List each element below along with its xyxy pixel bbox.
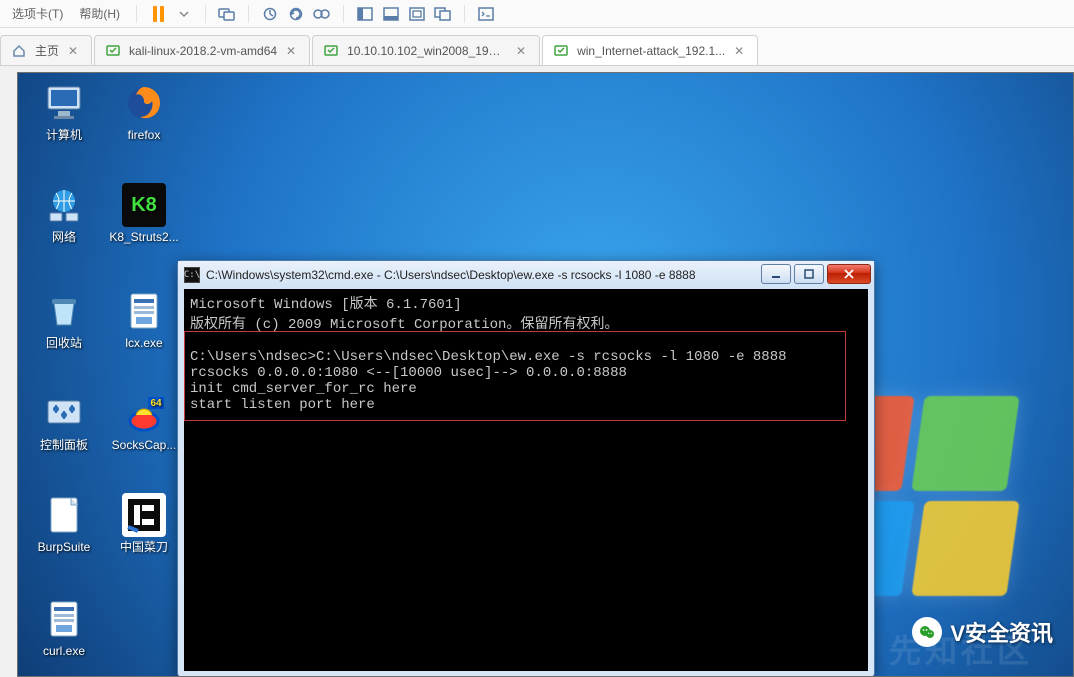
tab-kali[interactable]: kali-linux-2018.2-vm-amd64 ✕ <box>94 35 310 65</box>
k8-icon: K8 <box>122 183 166 227</box>
svg-text:64: 64 <box>150 398 162 409</box>
tab-win2008[interactable]: 10.10.10.102_win2008_192.168... ✕ <box>312 35 540 65</box>
separator <box>248 5 249 23</box>
unity-icon[interactable] <box>432 3 454 25</box>
close-icon[interactable]: ✕ <box>67 45 79 57</box>
exe-icon <box>42 597 86 641</box>
icon-label: 控制面板 <box>28 439 100 453</box>
recycle-icon <box>42 289 86 333</box>
desktop-icon-sockscap[interactable]: 64 SocksCap... <box>108 391 180 453</box>
close-button[interactable] <box>827 264 871 284</box>
desktop-icon-lcx[interactable]: lcx.exe <box>108 289 180 351</box>
firefox-icon <box>122 81 166 125</box>
cmd-icon: C:\ <box>184 267 200 283</box>
icon-label: SocksCap... <box>108 439 180 453</box>
close-icon[interactable]: ✕ <box>733 45 745 57</box>
desktop-icon-control-panel[interactable]: 控制面板 <box>28 391 100 453</box>
watermark-text: V安全资讯 <box>950 616 1053 648</box>
icon-label: 计算机 <box>28 129 100 143</box>
cmd-line: Microsoft Windows [版本 6.1.7601] <box>190 297 462 313</box>
send-cad-icon[interactable] <box>216 3 238 25</box>
cmd-window[interactable]: C:\ C:\Windows\system32\cmd.exe - C:\Use… <box>177 260 875 677</box>
tab-win-attack[interactable]: win_Internet-attack_192.1... ✕ <box>542 35 758 65</box>
caidao-icon <box>122 493 166 537</box>
maximize-button[interactable] <box>794 264 824 284</box>
icon-label: 回收站 <box>28 337 100 351</box>
network-icon <box>42 183 86 227</box>
tab-label: 10.10.10.102_win2008_192.168... <box>347 44 507 58</box>
close-icon[interactable]: ✕ <box>285 45 297 57</box>
snapshot-take-icon[interactable] <box>259 3 281 25</box>
icon-label: 中国菜刀 <box>108 541 180 555</box>
home-icon <box>11 43 27 59</box>
view-single-icon[interactable] <box>354 3 376 25</box>
snapshot-manage-icon[interactable] <box>311 3 333 25</box>
cmd-line: C:\Users\ndsec>C:\Users\ndsec\Desktop\ew… <box>190 349 787 365</box>
tab-label: kali-linux-2018.2-vm-amd64 <box>129 44 277 58</box>
cmd-line: start listen port here <box>190 397 375 413</box>
desktop-icon-firefox[interactable]: firefox <box>108 81 180 143</box>
window-buttons <box>761 266 874 284</box>
control-panel-icon <box>42 391 86 435</box>
cmd-line: rcsocks 0.0.0.0:1080 <--[10000 usec]--> … <box>190 365 627 381</box>
cmd-output[interactable]: Microsoft Windows [版本 6.1.7601] 版权所有 (c)… <box>184 289 868 671</box>
cmd-line: init cmd_server_for_rc here <box>190 381 417 397</box>
desktop-icon-network[interactable]: 网络 <box>28 183 100 245</box>
vm-icon <box>105 43 121 59</box>
desktop-icon-recycle[interactable]: 回收站 <box>28 289 100 351</box>
desktop-icon-curl[interactable]: curl.exe <box>28 597 100 659</box>
separator <box>343 5 344 23</box>
separator <box>205 5 206 23</box>
icon-label: K8_Struts2... <box>108 231 180 245</box>
cmd-titlebar[interactable]: C:\ C:\Windows\system32\cmd.exe - C:\Use… <box>178 261 874 289</box>
sockscap-icon: 64 <box>122 391 166 435</box>
vmware-toolbar: 选项卡(T) 帮助(H) <box>0 0 1074 28</box>
tab-home[interactable]: 主页 ✕ <box>0 35 92 65</box>
vm-tabs: 主页 ✕ kali-linux-2018.2-vm-amd64 ✕ 10.10.… <box>0 28 1074 66</box>
desktop-icon-computer[interactable]: 计算机 <box>28 81 100 143</box>
icon-label: lcx.exe <box>108 337 180 351</box>
menu-help[interactable]: 帮助(H) <box>73 5 126 22</box>
minimize-button[interactable] <box>761 264 791 284</box>
console-icon[interactable] <box>475 3 497 25</box>
computer-icon <box>42 81 86 125</box>
fullscreen-icon[interactable] <box>406 3 428 25</box>
close-icon[interactable]: ✕ <box>515 45 527 57</box>
pause-button[interactable] <box>147 3 169 25</box>
vm-icon <box>323 43 339 59</box>
icon-label: firefox <box>108 129 180 143</box>
icon-label: curl.exe <box>28 645 100 659</box>
dropdown-icon[interactable] <box>173 3 195 25</box>
desktop-icon-burpsuite[interactable]: BurpSuite <box>28 493 100 555</box>
desktop-icon-k8[interactable]: K8 K8_Struts2... <box>108 183 180 245</box>
pause-icon <box>153 6 164 22</box>
vm-icon <box>553 43 569 59</box>
menu-options[interactable]: 选项卡(T) <box>6 5 69 22</box>
wechat-icon <box>912 617 942 647</box>
cmd-line: 版权所有 (c) 2009 Microsoft Corporation。保留所有… <box>190 317 618 333</box>
icon-label: BurpSuite <box>28 541 100 555</box>
file-icon <box>42 493 86 537</box>
view-thumb-icon[interactable] <box>380 3 402 25</box>
exe-icon <box>122 289 166 333</box>
tab-label: 主页 <box>35 42 59 59</box>
separator <box>464 5 465 23</box>
guest-desktop[interactable]: 计算机 firefox 网络 K8 K8_Struts2... 回收站 lcx.… <box>17 72 1074 677</box>
snapshot-revert-icon[interactable] <box>285 3 307 25</box>
tab-label: win_Internet-attack_192.1... <box>577 44 725 58</box>
separator <box>136 5 137 23</box>
cmd-title: C:\Windows\system32\cmd.exe - C:\Users\n… <box>206 268 755 282</box>
desktop-icon-caidao[interactable]: 中国菜刀 <box>108 493 180 555</box>
icon-label: 网络 <box>28 231 100 245</box>
watermark: V安全资讯 <box>912 616 1053 648</box>
